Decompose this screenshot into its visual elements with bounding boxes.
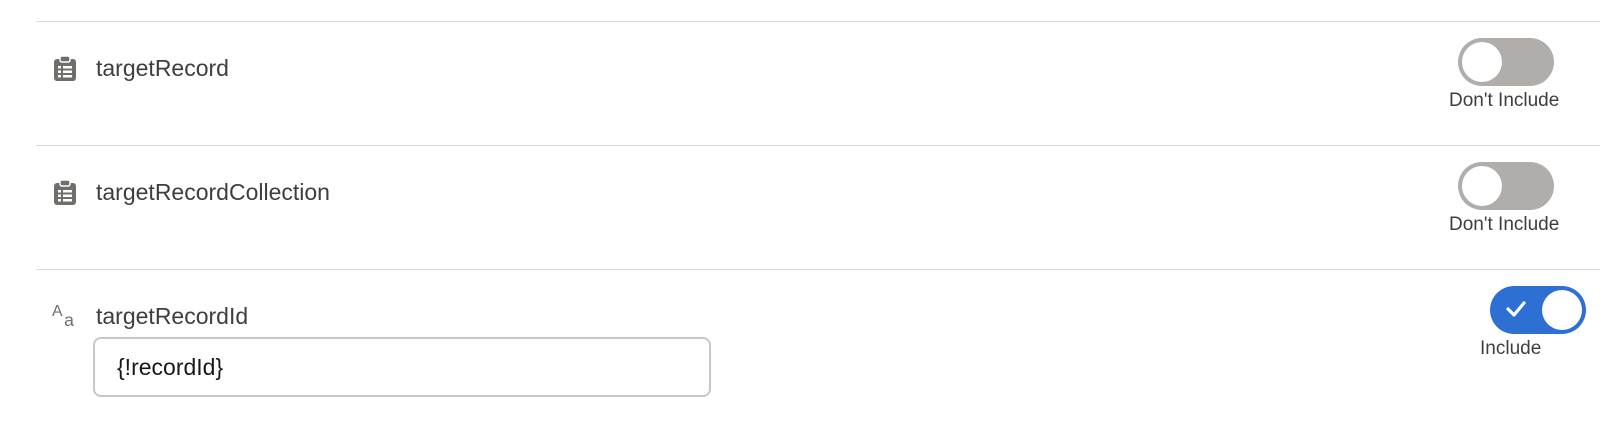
text-type-icon: A a [52,302,78,330]
clipboard-icon [52,56,78,82]
include-toggle-group: Don't Include [1449,162,1600,235]
parameter-label: targetRecordCollection [96,179,330,205]
text-type-icon-upper: A [52,303,63,320]
parameter-row-target-record: targetRecord Don't Include [36,21,1600,145]
toggle-caption: Don't Include [1449,90,1560,111]
checkmark-icon [1506,301,1526,317]
parameter-label: targetRecordId [96,303,249,329]
toggle-knob [1462,166,1502,206]
input-parameters-panel: targetRecord Don't Include targetRecordC… [36,0,1600,430]
parameter-row-target-record-collection: targetRecordCollection Don't Include [36,145,1600,269]
toggle-caption: Include [1480,338,1542,359]
include-toggle[interactable] [1458,162,1554,210]
toggle-knob [1462,42,1502,82]
include-toggle-group: Don't Include [1449,38,1600,111]
include-toggle[interactable] [1458,38,1554,86]
target-record-id-value-input[interactable] [93,337,711,397]
toggle-caption: Don't Include [1449,214,1560,235]
include-toggle-group: Include [1450,286,1600,359]
include-toggle[interactable] [1490,286,1586,334]
toggle-knob [1542,290,1582,330]
clipboard-icon [52,180,78,206]
text-type-icon-lower: a [64,310,74,330]
parameter-label: targetRecord [96,55,229,81]
